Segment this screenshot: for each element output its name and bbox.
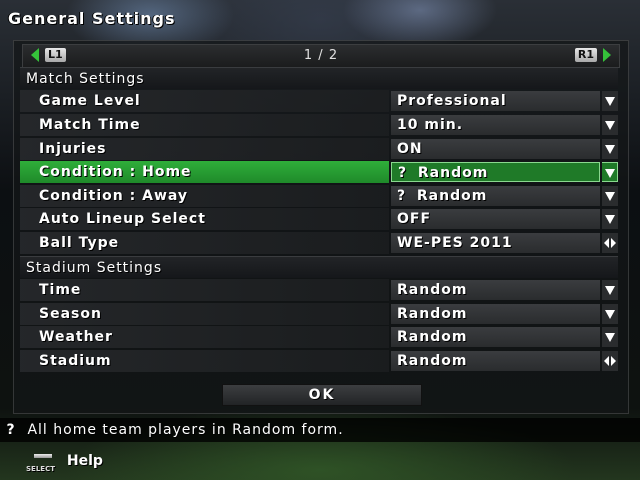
setting-value[interactable]: Random (391, 327, 600, 347)
setting-label: Condition : Away (20, 185, 389, 207)
help-question-icon: ? (6, 422, 16, 438)
setting-value[interactable]: ? Random (391, 186, 600, 206)
setting-row-game-level[interactable]: Game Level Professional (20, 90, 618, 112)
dropdown-arrow-icon (605, 145, 615, 154)
dropdown-control[interactable] (602, 280, 618, 300)
setting-value[interactable]: Professional (391, 91, 600, 111)
dropdown-arrow-icon (605, 97, 615, 106)
footer-help[interactable]: SELECT Help (26, 451, 103, 473)
setting-value[interactable]: ? Random (391, 162, 600, 182)
dropdown-arrow-icon (605, 286, 615, 295)
setting-label: Season (20, 303, 389, 325)
setting-row-ball-type[interactable]: Ball Type WE-PES 2011 (20, 232, 618, 254)
match-settings-header: Match Settings (20, 67, 618, 89)
setting-value[interactable]: Random (391, 304, 600, 324)
setting-label: Condition : Home (20, 161, 389, 183)
setting-row-season[interactable]: Season Random (20, 303, 618, 325)
setting-label: Weather (20, 326, 389, 348)
setting-label: Injuries (20, 138, 389, 160)
dropdown-arrow-icon (605, 215, 615, 224)
stadium-settings-header: Stadium Settings (20, 256, 618, 278)
setting-row-weather[interactable]: Weather Random (20, 326, 618, 348)
setting-value[interactable]: Random (391, 351, 600, 371)
setting-row-stadium[interactable]: Stadium Random (20, 350, 618, 372)
help-text: All home team players in Random form. (27, 422, 344, 438)
page-indicator: 1 / 2 (303, 48, 339, 63)
page-right-arrow-icon[interactable] (603, 48, 611, 62)
dropdown-control[interactable] (602, 304, 618, 324)
setting-label: Match Time (20, 114, 389, 136)
page-selector[interactable]: L1 1 / 2 R1 (22, 44, 620, 68)
setting-row-condition-home[interactable]: Condition : Home ? Random (20, 161, 618, 183)
setting-row-condition-away[interactable]: Condition : Away ? Random (20, 185, 618, 207)
dropdown-arrow-icon (605, 169, 615, 178)
setting-value[interactable]: Random (391, 280, 600, 300)
random-question-icon: ? (397, 188, 407, 204)
setting-value-text: Random (417, 165, 489, 181)
help-bar: ? All home team players in Random form. (0, 418, 640, 442)
dropdown-control[interactable] (602, 162, 618, 182)
dropdown-arrow-icon (605, 333, 615, 342)
setting-row-injuries[interactable]: Injuries ON (20, 138, 618, 160)
footer-help-label: Help (66, 453, 103, 469)
setting-label: Time (20, 279, 389, 301)
left-right-control[interactable] (602, 233, 618, 253)
dropdown-control[interactable] (602, 139, 618, 159)
dropdown-arrow-icon (605, 192, 615, 201)
game-screen: General Settings L1 1 / 2 R1 Match Setti… (0, 0, 640, 480)
dropdown-control[interactable] (602, 91, 618, 111)
dropdown-control[interactable] (602, 115, 618, 135)
left-right-control[interactable] (602, 351, 618, 371)
setting-value[interactable]: 10 min. (391, 115, 600, 135)
dropdown-control[interactable] (602, 186, 618, 206)
setting-label: Stadium (20, 350, 389, 372)
setting-label: Auto Lineup Select (20, 208, 389, 230)
select-button-icon: SELECT (26, 454, 60, 473)
setting-row-match-time[interactable]: Match Time 10 min. (20, 114, 618, 136)
setting-value[interactable]: OFF (391, 209, 600, 229)
left-right-arrows-icon (604, 238, 616, 248)
random-question-icon: ? (398, 165, 408, 181)
dropdown-arrow-icon (605, 121, 615, 130)
setting-row-time[interactable]: Time Random (20, 279, 618, 301)
r1-button[interactable]: R1 (574, 48, 597, 62)
dropdown-control[interactable] (602, 327, 618, 347)
screen-title: General Settings (8, 9, 176, 28)
ok-button[interactable]: OK (222, 384, 422, 406)
setting-value[interactable]: ON (391, 139, 600, 159)
setting-label: Ball Type (20, 232, 389, 254)
left-right-arrows-icon (604, 356, 616, 366)
setting-value[interactable]: WE-PES 2011 (391, 233, 600, 253)
setting-value-text: Random (416, 188, 488, 204)
setting-label: Game Level (20, 90, 389, 112)
select-button-label: SELECT (26, 465, 55, 473)
dropdown-control[interactable] (602, 209, 618, 229)
dropdown-arrow-icon (605, 310, 615, 319)
setting-row-auto-lineup-select[interactable]: Auto Lineup Select OFF (20, 208, 618, 230)
